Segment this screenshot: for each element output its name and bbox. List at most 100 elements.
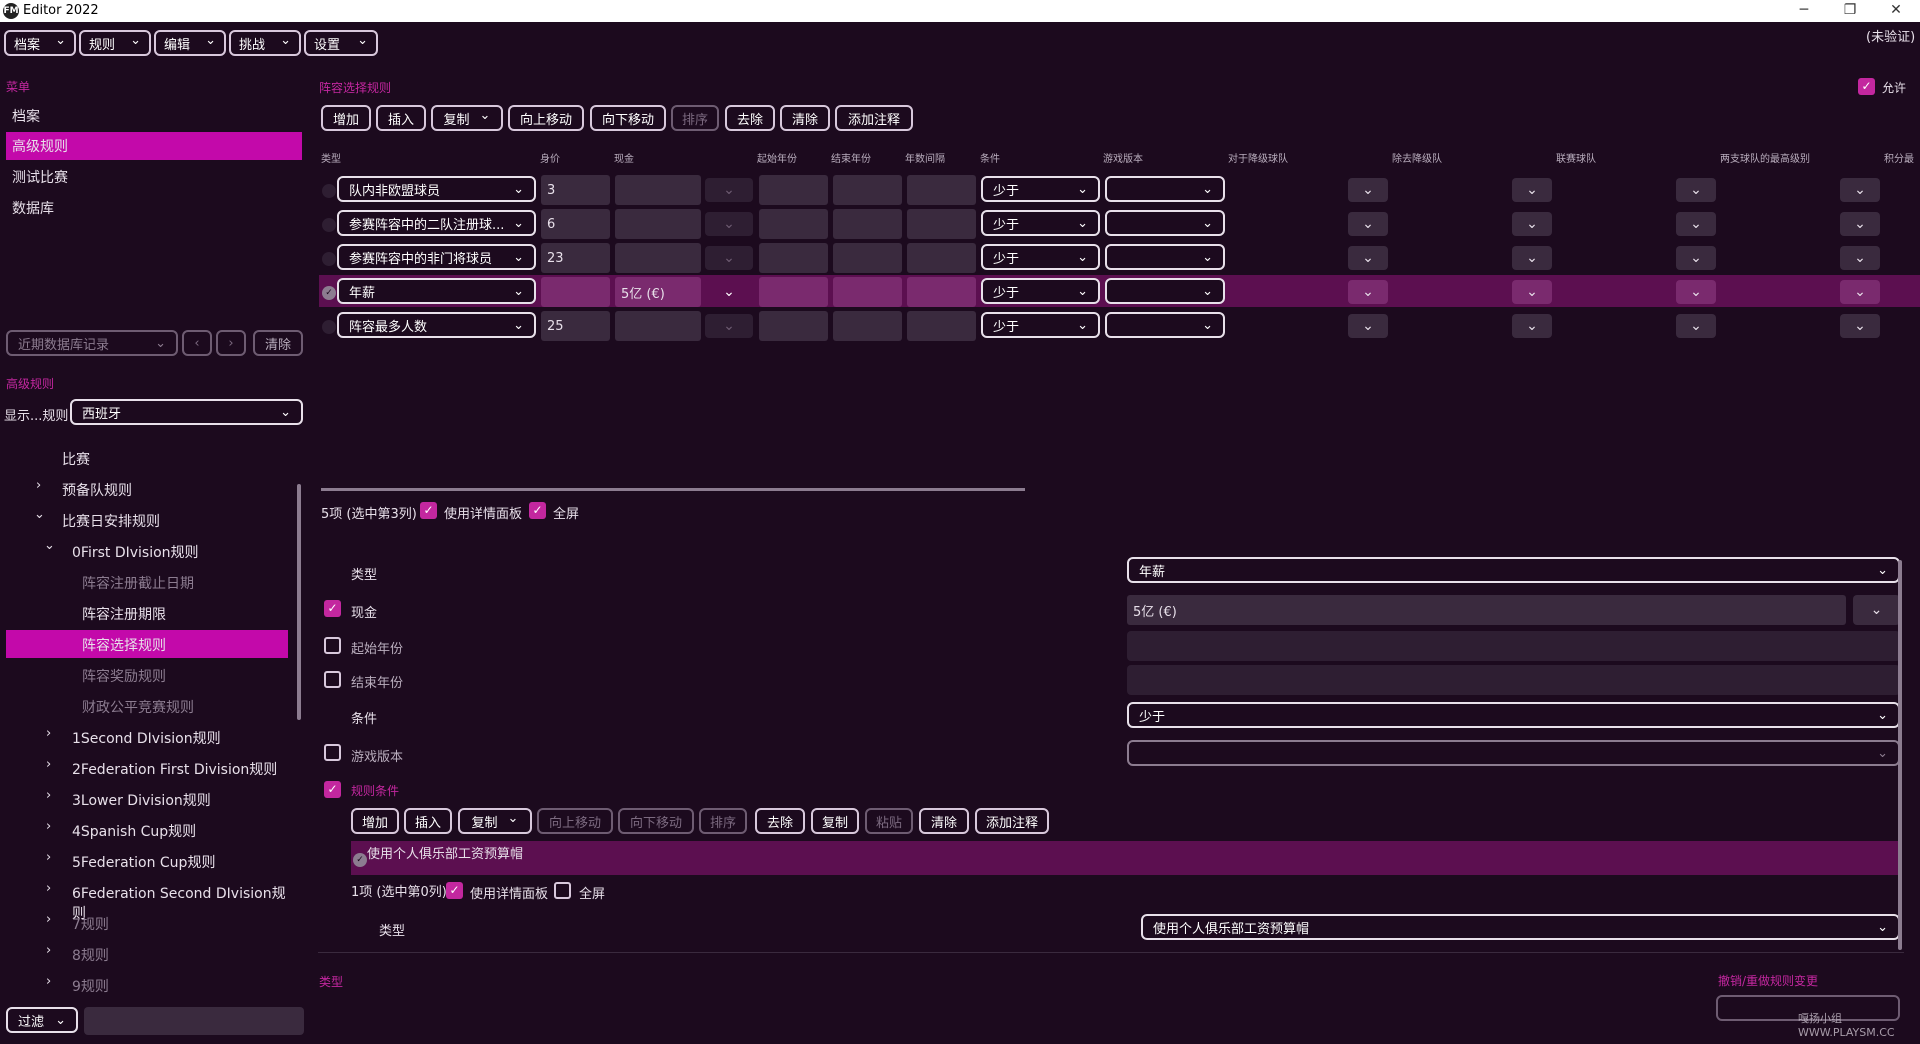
row-flag-dropdown[interactable]: ⌄: [1840, 178, 1880, 202]
chevron-down-icon[interactable]: ⌄: [44, 538, 55, 553]
detail-type-select[interactable]: 年薪 ⌄: [1127, 557, 1900, 583]
tree-item[interactable]: 比赛日安排规则: [62, 511, 160, 531]
row-value-input[interactable]: [541, 277, 610, 307]
row-flag-dropdown[interactable]: ⌄: [1348, 178, 1388, 202]
row-cash-input[interactable]: [615, 175, 701, 205]
tree-item[interactable]: 预备队规则: [62, 480, 132, 500]
row-cash-unit-dropdown[interactable]: ⌄: [705, 212, 753, 236]
row-game-version-select[interactable]: ⌄: [1105, 244, 1225, 270]
row-cash-input[interactable]: [615, 209, 701, 239]
sub-move-up-button[interactable]: 向上移动: [537, 808, 613, 834]
recent-db-select[interactable]: 近期数据库记录 ⌄: [6, 330, 178, 356]
row-year-interval-input[interactable]: [907, 311, 976, 341]
row-cash-unit-dropdown[interactable]: ⌄: [705, 178, 753, 202]
row-year-interval-input[interactable]: [907, 209, 976, 239]
row-flag-dropdown[interactable]: ⌄: [1676, 314, 1716, 338]
filter-select[interactable]: 过滤 ⌄: [6, 1007, 78, 1033]
row-cash-unit-dropdown[interactable]: ⌄: [705, 280, 753, 304]
chevron-right-icon[interactable]: ›: [46, 912, 51, 927]
chevron-right-icon[interactable]: ›: [46, 943, 51, 958]
sidebar-item-advanced-rules[interactable]: 高级规则: [6, 132, 302, 160]
sub-add-button[interactable]: 增加: [351, 808, 399, 834]
row-game-version-select[interactable]: ⌄: [1105, 176, 1225, 202]
use-detail-checkbox[interactable]: ✓: [420, 502, 437, 519]
row-flag-dropdown[interactable]: ⌄: [1840, 280, 1880, 304]
chevron-right-icon[interactable]: ›: [46, 974, 51, 989]
row-handle-icon[interactable]: [322, 320, 336, 334]
row-flag-dropdown[interactable]: ⌄: [1676, 280, 1716, 304]
tree-item[interactable]: 阵容奖励规则: [82, 666, 166, 686]
detail-scrollbar[interactable]: [1898, 560, 1902, 950]
add-button[interactable]: 增加: [321, 105, 371, 131]
row-flag-dropdown[interactable]: ⌄: [1348, 246, 1388, 270]
row-game-version-select[interactable]: ⌄: [1105, 210, 1225, 236]
row-flag-dropdown[interactable]: ⌄: [1512, 314, 1552, 338]
row-type-select[interactable]: 阵容最多人数 ⌄: [337, 312, 536, 338]
tree-item[interactable]: 5Federation Cup规则: [72, 852, 215, 872]
sidebar-item-archive[interactable]: 档案: [6, 102, 302, 130]
allow-checkbox[interactable]: ✓: [1858, 78, 1875, 95]
row-year-interval-input[interactable]: [907, 277, 976, 307]
tree-item[interactable]: 比赛: [62, 449, 90, 469]
detail-game-version-select[interactable]: ⌄: [1127, 740, 1900, 766]
menu-archive[interactable]: 档案: [4, 30, 76, 56]
sub-duplicate-button[interactable]: 复制: [811, 808, 859, 834]
sub-copy-dropdown-button[interactable]: 复制 ⌄: [458, 808, 532, 834]
remove-button[interactable]: 去除: [725, 105, 775, 131]
detail-condition-select[interactable]: 少于 ⌄: [1127, 702, 1900, 728]
row-value-input[interactable]: 23: [541, 243, 610, 273]
sidebar-item-database[interactable]: 数据库: [6, 194, 302, 222]
row-handle-icon[interactable]: ✓: [353, 853, 367, 867]
sub-rule-row[interactable]: ✓ 使用个人俱乐部工资预算帽: [351, 841, 1900, 875]
row-flag-dropdown[interactable]: ⌄: [1348, 280, 1388, 304]
sort-button[interactable]: 排序: [671, 105, 719, 131]
row-flag-dropdown[interactable]: ⌄: [1840, 314, 1880, 338]
row-cash-input[interactable]: [615, 311, 701, 341]
chevron-right-icon[interactable]: ›: [46, 757, 51, 772]
row-cash-unit-dropdown[interactable]: ⌄: [705, 246, 753, 270]
row-flag-dropdown[interactable]: ⌄: [1676, 246, 1716, 270]
sub-remove-button[interactable]: 去除: [755, 808, 805, 834]
row-type-select[interactable]: 参赛阵容中的二队注册球... ⌄: [337, 210, 536, 236]
row-condition-select[interactable]: 少于 ⌄: [981, 176, 1100, 202]
row-end-year-input[interactable]: [833, 243, 902, 273]
table-hscrollbar[interactable]: [321, 488, 1025, 491]
close-icon[interactable]: ✕: [1876, 2, 1916, 18]
restore-icon[interactable]: ❐: [1830, 2, 1870, 18]
row-flag-dropdown[interactable]: ⌄: [1512, 212, 1552, 236]
chevron-right-icon[interactable]: ›: [46, 850, 51, 865]
detail-cash-input[interactable]: 5亿 (€): [1127, 595, 1846, 625]
tree-item[interactable]: 2Federation First Division规则: [72, 759, 277, 779]
tree-scrollbar[interactable]: [297, 484, 301, 720]
sub-paste-button[interactable]: 粘贴: [865, 808, 913, 834]
prev-button[interactable]: ‹: [182, 330, 212, 356]
move-up-button[interactable]: 向上移动: [508, 105, 584, 131]
row-value-input[interactable]: 6: [541, 209, 610, 239]
add-note-button[interactable]: 添加注释: [835, 105, 913, 131]
row-game-version-select[interactable]: ⌄: [1105, 312, 1225, 338]
sub-clear-button[interactable]: 清除: [919, 808, 969, 834]
copy-dropdown-button[interactable]: 复制 ⌄: [431, 105, 503, 131]
chevron-right-icon[interactable]: ›: [46, 788, 51, 803]
fullscreen-checkbox[interactable]: ✓: [529, 502, 546, 519]
row-start-year-input[interactable]: [759, 277, 828, 307]
tree-item[interactable]: 财政公平竞赛规则: [82, 697, 194, 717]
row-year-interval-input[interactable]: [907, 243, 976, 273]
row-flag-dropdown[interactable]: ⌄: [1348, 314, 1388, 338]
sub-fullscreen-checkbox[interactable]: [554, 882, 571, 899]
tree-item-selected[interactable]: 阵容选择规则: [82, 635, 166, 655]
row-end-year-input[interactable]: [833, 311, 902, 341]
row-end-year-input[interactable]: [833, 209, 902, 239]
row-flag-dropdown[interactable]: ⌄: [1512, 178, 1552, 202]
row-end-year-input[interactable]: [833, 277, 902, 307]
tree-item[interactable]: 0First DIvision规则: [72, 542, 199, 562]
tree-item[interactable]: 阵容注册期限: [82, 604, 166, 624]
sub-add-note-button[interactable]: 添加注释: [975, 808, 1049, 834]
row-start-year-input[interactable]: [759, 209, 828, 239]
menu-challenge[interactable]: 挑战: [229, 30, 301, 56]
next-button[interactable]: ›: [216, 330, 246, 356]
row-flag-dropdown[interactable]: ⌄: [1512, 280, 1552, 304]
tree-item[interactable]: 7规则: [72, 914, 109, 934]
tree-item[interactable]: 4Spanish Cup规则: [72, 821, 196, 841]
row-cash-input[interactable]: 5亿 (€): [615, 277, 701, 307]
